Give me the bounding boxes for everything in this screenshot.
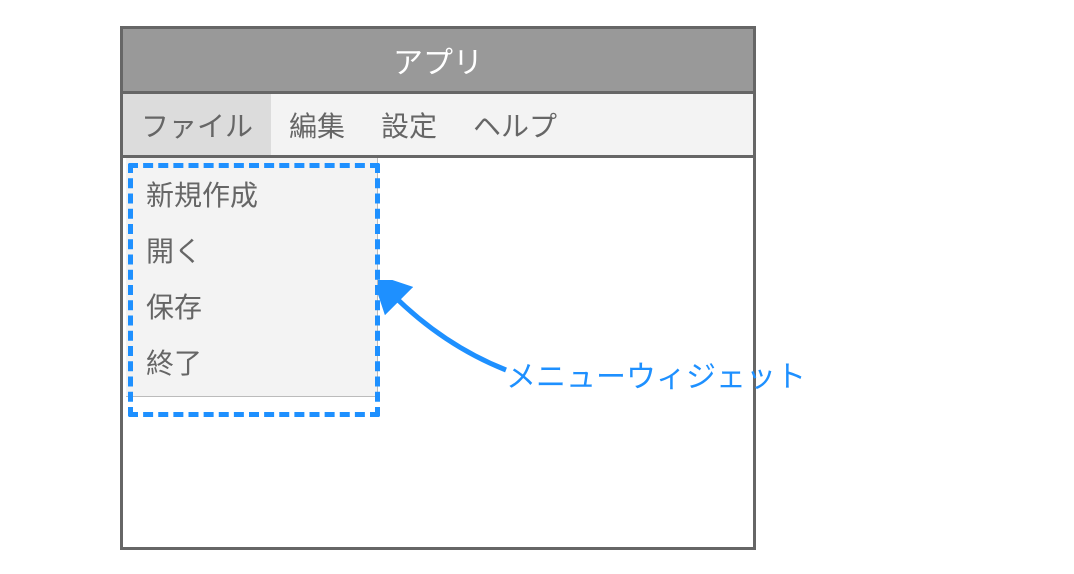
menu-file[interactable]: ファイル — [123, 94, 271, 155]
menu-edit[interactable]: 編集 — [271, 94, 363, 155]
dropdown-item-save-label: 保存 — [146, 292, 202, 323]
menu-file-label: ファイル — [141, 105, 253, 145]
dropdown-item-save[interactable]: 保存 — [126, 278, 377, 334]
menu-settings[interactable]: 設定 — [363, 94, 455, 155]
dropdown-item-exit[interactable]: 終了 — [126, 334, 377, 390]
file-dropdown: 新規作成 開く 保存 終了 — [126, 158, 378, 397]
dropdown-item-open-label: 開く — [146, 236, 202, 267]
dropdown-item-open[interactable]: 開く — [126, 222, 377, 278]
menu-edit-label: 編集 — [289, 105, 345, 145]
dropdown-item-new[interactable]: 新規作成 — [126, 166, 377, 222]
dropdown-item-new-label: 新規作成 — [146, 180, 258, 211]
app-window: アプリ ファイル 編集 設定 ヘルプ 新規作成 開く 保存 終了 — [120, 26, 756, 550]
menu-settings-label: 設定 — [381, 105, 437, 145]
dropdown-item-exit-label: 終了 — [146, 348, 202, 379]
titlebar: アプリ — [120, 26, 756, 94]
menu-help-label: ヘルプ — [473, 105, 557, 145]
menubar: ファイル 編集 設定 ヘルプ — [120, 94, 756, 158]
menu-help[interactable]: ヘルプ — [455, 94, 575, 155]
app-title: アプリ — [393, 38, 483, 82]
annotation-label: メニューウィジェット — [506, 352, 806, 396]
